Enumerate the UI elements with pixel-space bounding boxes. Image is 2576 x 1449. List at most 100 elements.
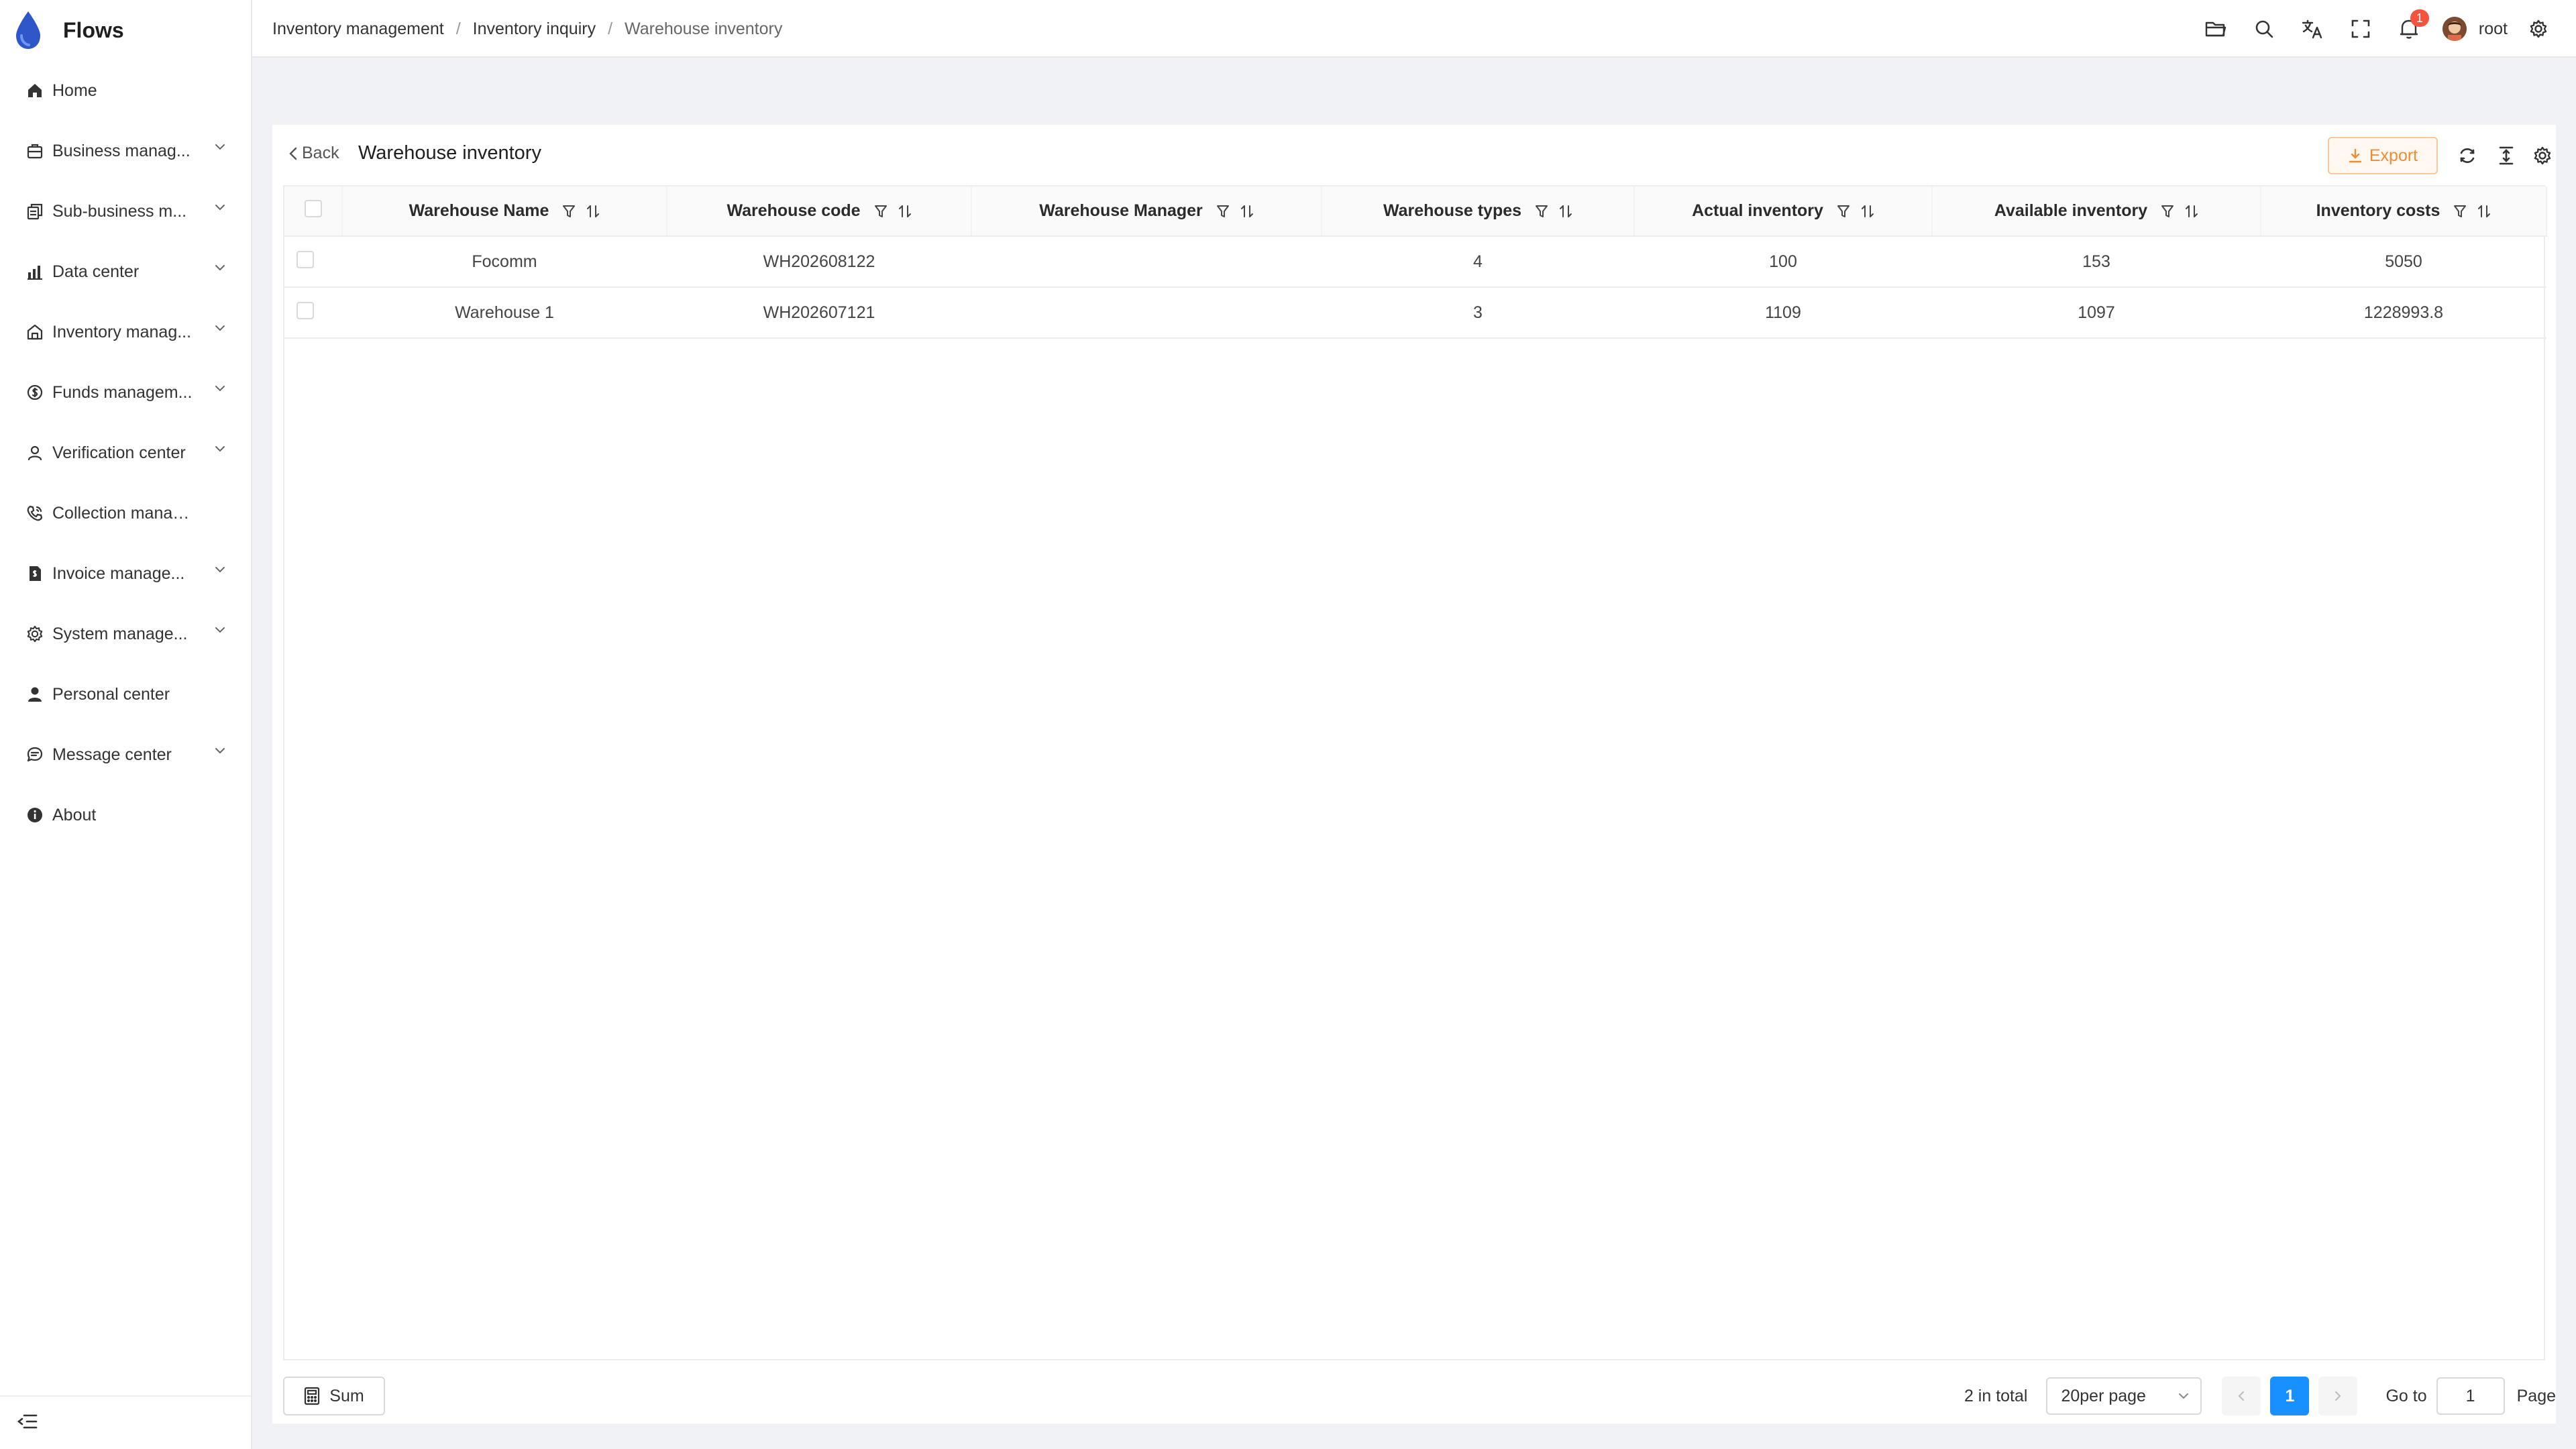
sidebar-item-message-center[interactable]: Message center	[0, 724, 251, 785]
page-button-1[interactable]: 1	[2270, 1377, 2310, 1415]
column-header-inventory-costs: Inventory costs	[2261, 186, 2547, 237]
invoice-icon	[25, 564, 44, 583]
sidebar-item-inventory-manag[interactable]: Inventory manag...	[0, 302, 251, 362]
sort-icon[interactable]	[1861, 204, 1874, 219]
filter-icon[interactable]	[874, 204, 888, 219]
fullscreen-icon[interactable]	[2337, 0, 2385, 58]
column-header-warehouse-manager: Warehouse Manager	[971, 186, 1322, 237]
chevron-down-icon[interactable]	[215, 264, 225, 271]
filter-icon[interactable]	[1535, 204, 1548, 219]
calculator-icon	[305, 1387, 320, 1405]
table-row[interactable]: Warehouse 1 WH202607121 3 1109 1097 1228993.8	[284, 287, 2546, 339]
chevron-down-icon[interactable]	[215, 385, 225, 392]
table-settings-icon[interactable]	[2529, 142, 2556, 169]
table-cell-available-inventory: 1097	[1932, 287, 2261, 339]
column-height-icon[interactable]	[2493, 142, 2520, 169]
app-logo[interactable]: Flows	[13, 7, 124, 54]
prev-page-button[interactable]	[2222, 1377, 2261, 1415]
chevron-down-icon[interactable]	[215, 566, 225, 573]
back-button[interactable]: Back	[288, 144, 339, 163]
sort-icon[interactable]	[2477, 204, 2491, 219]
chevron-down-icon[interactable]	[215, 204, 225, 211]
phone-icon	[25, 504, 44, 523]
page-size-value: 20per page	[2061, 1386, 2146, 1405]
refresh-icon[interactable]	[2454, 142, 2481, 169]
filter-icon[interactable]	[2453, 204, 2467, 219]
chevron-left-icon	[289, 147, 297, 160]
card-header: Back Warehouse inventory Export	[272, 125, 2556, 185]
row-select-cell	[284, 236, 342, 288]
page-size-select[interactable]: 20per page	[2046, 1377, 2202, 1415]
filter-icon[interactable]	[562, 204, 576, 219]
row-checkbox[interactable]	[297, 250, 314, 268]
sidebar-item-funds-managem[interactable]: Funds managem...	[0, 362, 251, 423]
top-header: Inventory management / Inventory inquiry…	[252, 0, 2576, 58]
breadcrumb-item-inventory-inquiry[interactable]: Inventory inquiry	[473, 19, 596, 39]
sidebar-item-data-center[interactable]: Data center	[0, 241, 251, 302]
breadcrumb-separator: /	[608, 19, 613, 38]
table-cell-warehouse-manager	[971, 287, 1322, 339]
column-header-warehouse-name: Warehouse Name	[342, 186, 667, 237]
notification-bell-icon[interactable]: 1	[2385, 0, 2433, 58]
sort-icon[interactable]	[2185, 204, 2198, 219]
sidebar-item-business-manag[interactable]: Business manag...	[0, 121, 251, 181]
sidebar-item-system-manage[interactable]: System manage...	[0, 604, 251, 664]
chevron-right-icon	[2335, 1391, 2341, 1401]
sidebar-item-label: Invoice manage...	[52, 564, 185, 583]
goto-page-input[interactable]: 1	[2436, 1377, 2505, 1415]
column-header-actual-inventory: Actual inventory	[1634, 186, 1933, 237]
collapse-sidebar-icon[interactable]	[17, 1413, 38, 1430]
user-menu[interactable]: root	[2442, 17, 2508, 41]
sort-icon[interactable]	[898, 204, 912, 219]
download-icon	[2349, 148, 2362, 163]
chevron-down-icon[interactable]	[215, 445, 225, 452]
sidebar-item-label: Verification center	[52, 443, 186, 462]
filter-icon[interactable]	[1216, 204, 1230, 219]
translate-icon[interactable]	[2288, 0, 2337, 58]
sidebar-divider	[0, 1395, 251, 1397]
app-title: Flows	[63, 17, 124, 42]
row-checkbox[interactable]	[297, 301, 314, 319]
table-cell-warehouse-code: WH202607121	[667, 287, 971, 339]
sort-icon[interactable]	[586, 204, 600, 219]
sidebar-menu: Home Business manag... Sub-business m... Da…	[0, 60, 251, 845]
folder-icon[interactable]	[2192, 0, 2240, 58]
search-icon[interactable]	[2240, 0, 2288, 58]
notification-badge: 1	[2410, 9, 2429, 27]
sidebar-item-home[interactable]: Home	[0, 60, 251, 121]
sum-button[interactable]: Sum	[283, 1377, 385, 1415]
table-row[interactable]: Focomm WH202608122 4 100 153 5050	[284, 236, 2546, 288]
table-header-row: Warehouse Name Warehouse code Warehouse Ma…	[284, 186, 2547, 237]
select-all-checkbox[interactable]	[304, 200, 322, 217]
table-cell-warehouse-types: 4	[1322, 236, 1634, 288]
filter-icon[interactable]	[1837, 204, 1850, 219]
sidebar-item-collection-managem[interactable]: Collection managem...	[0, 483, 251, 543]
sidebar-item-verification-center[interactable]: Verification center	[0, 423, 251, 483]
settings-gear-icon[interactable]	[2514, 0, 2563, 58]
sidebar-item-label: Collection managem...	[52, 503, 197, 523]
next-page-button[interactable]	[2318, 1377, 2358, 1415]
sidebar-item-sub-business-m[interactable]: Sub-business m...	[0, 181, 251, 241]
select-all-cell	[284, 186, 343, 237]
chevron-down-icon[interactable]	[215, 747, 225, 754]
breadcrumb-item-inventory-management[interactable]: Inventory management	[272, 19, 444, 39]
home-icon	[25, 81, 44, 100]
breadcrumb: Inventory management / Inventory inquiry…	[272, 0, 782, 58]
chevron-down-icon[interactable]	[215, 325, 225, 331]
inventory-table: Warehouse Name Warehouse code Warehouse Ma…	[283, 185, 2547, 1360]
gear-icon	[25, 625, 44, 643]
column-header-label: Actual inventory	[1692, 201, 1823, 220]
sidebar-item-label: Inventory manag...	[52, 322, 192, 341]
chevron-down-icon[interactable]	[215, 144, 225, 150]
column-header-label: Warehouse Manager	[1039, 201, 1203, 220]
export-button[interactable]: Export	[2328, 137, 2438, 174]
sidebar-item-label: Message center	[52, 745, 172, 764]
user-check-icon	[25, 443, 44, 462]
filter-icon[interactable]	[2161, 204, 2174, 219]
sort-icon[interactable]	[1559, 204, 1572, 219]
chevron-down-icon[interactable]	[215, 627, 225, 633]
sidebar-item-personal-center[interactable]: Personal center	[0, 664, 251, 724]
sidebar-item-invoice-manage[interactable]: Invoice manage...	[0, 543, 251, 604]
sidebar-item-about[interactable]: About	[0, 785, 251, 845]
sort-icon[interactable]	[1240, 204, 1254, 219]
